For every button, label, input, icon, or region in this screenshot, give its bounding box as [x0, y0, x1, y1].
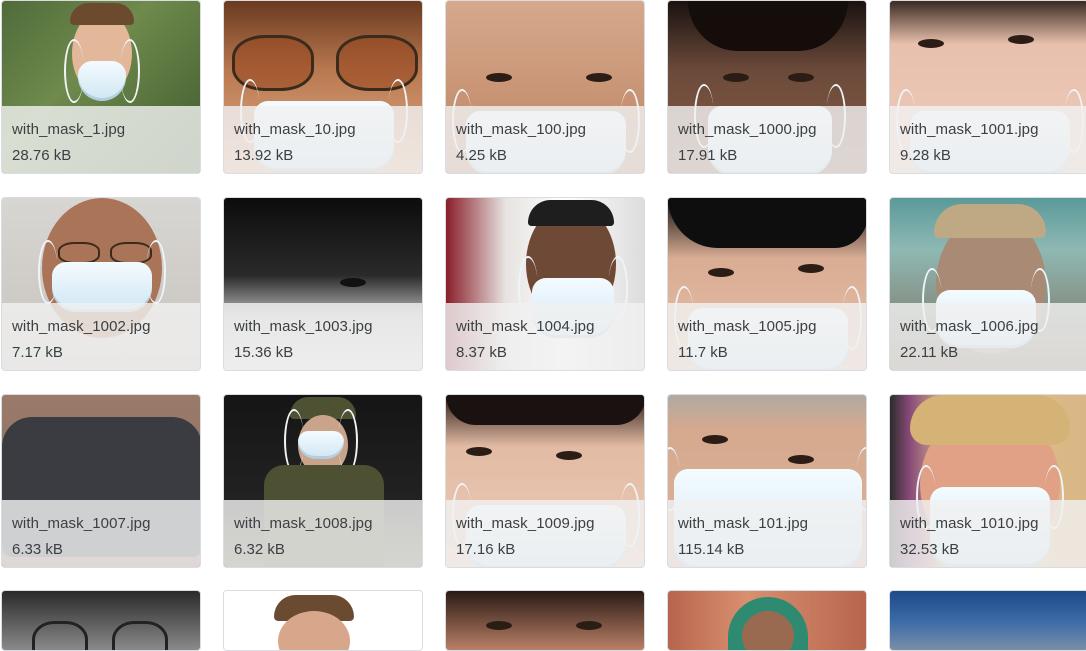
file-tile[interactable] — [889, 590, 1086, 651]
file-name: with_mask_101.jpg — [678, 515, 809, 532]
file-tile[interactable]: with_mask_1001.jpg 9.28 kB — [889, 0, 1086, 174]
file-thumbnail — [890, 591, 1086, 650]
file-size: 13.92 kB — [234, 147, 294, 164]
file-tile[interactable]: with_mask_1000.jpg 17.91 kB — [667, 0, 867, 174]
file-tile[interactable]: with_mask_1010.jpg 32.53 kB — [889, 394, 1086, 568]
file-tile[interactable]: with_mask_10.jpg 13.92 kB — [223, 0, 423, 174]
file-size: 28.76 kB — [12, 147, 72, 164]
file-size: 32.53 kB — [900, 541, 960, 558]
file-size: 4.25 kB — [456, 147, 507, 164]
file-tile[interactable]: with_mask_100.jpg 4.25 kB — [445, 0, 645, 174]
file-info: with_mask_1000.jpg 17.91 kB — [668, 106, 866, 173]
file-size: 7.17 kB — [12, 344, 63, 361]
file-info: with_mask_1004.jpg 8.37 kB — [446, 303, 644, 370]
file-grid: with_mask_1.jpg 28.76 kB with_mask_10.jp… — [0, 0, 1086, 651]
file-info: with_mask_1005.jpg 11.7 kB — [668, 303, 866, 370]
file-tile[interactable] — [667, 590, 867, 651]
file-info: with_mask_1010.jpg 32.53 kB — [890, 500, 1086, 567]
file-name: with_mask_1008.jpg — [234, 515, 373, 532]
file-tile[interactable]: with_mask_1008.jpg 6.32 kB — [223, 394, 423, 568]
file-info: with_mask_1.jpg 28.76 kB — [2, 106, 200, 173]
file-size: 6.33 kB — [12, 541, 63, 558]
file-tile[interactable]: with_mask_1006.jpg 22.11 kB — [889, 197, 1086, 371]
file-info: with_mask_1009.jpg 17.16 kB — [446, 500, 644, 567]
file-name: with_mask_1004.jpg — [456, 318, 595, 335]
file-tile[interactable]: with_mask_1005.jpg 11.7 kB — [667, 197, 867, 371]
file-name: with_mask_1009.jpg — [456, 515, 595, 532]
file-info: with_mask_1006.jpg 22.11 kB — [890, 303, 1086, 370]
file-info: with_mask_1003.jpg 15.36 kB — [224, 303, 422, 370]
file-name: with_mask_1000.jpg — [678, 121, 817, 138]
file-name: with_mask_100.jpg — [456, 121, 587, 138]
file-name: with_mask_1010.jpg — [900, 515, 1039, 532]
file-tile[interactable]: with_mask_1007.jpg 6.33 kB — [1, 394, 201, 568]
file-info: with_mask_1002.jpg 7.17 kB — [2, 303, 200, 370]
file-size: 115.14 kB — [678, 541, 745, 558]
file-info: with_mask_101.jpg 115.14 kB — [668, 500, 866, 567]
file-size: 17.91 kB — [678, 147, 738, 164]
file-info: with_mask_1007.jpg 6.33 kB — [2, 500, 200, 567]
file-tile[interactable]: with_mask_1002.jpg 7.17 kB — [1, 197, 201, 371]
file-thumbnail — [224, 591, 422, 650]
file-thumbnail — [446, 591, 644, 650]
file-name: with_mask_10.jpg — [234, 121, 356, 138]
file-tile[interactable]: with_mask_1004.jpg 8.37 kB — [445, 197, 645, 371]
file-info: with_mask_100.jpg 4.25 kB — [446, 106, 644, 173]
file-name: with_mask_1005.jpg — [678, 318, 817, 335]
file-thumbnail — [668, 591, 866, 650]
file-name: with_mask_1002.jpg — [12, 318, 151, 335]
file-size: 17.16 kB — [456, 541, 516, 558]
file-size: 8.37 kB — [456, 344, 507, 361]
file-name: with_mask_1003.jpg — [234, 318, 373, 335]
file-info: with_mask_1008.jpg 6.32 kB — [224, 500, 422, 567]
file-size: 9.28 kB — [900, 147, 951, 164]
file-tile[interactable]: with_mask_101.jpg 115.14 kB — [667, 394, 867, 568]
file-thumbnail — [2, 591, 200, 650]
file-tile[interactable]: with_mask_1.jpg 28.76 kB — [1, 0, 201, 174]
file-name: with_mask_1001.jpg — [900, 121, 1039, 138]
file-name: with_mask_1006.jpg — [900, 318, 1039, 335]
file-tile[interactable]: with_mask_1009.jpg 17.16 kB — [445, 394, 645, 568]
file-tile[interactable] — [445, 590, 645, 651]
file-name: with_mask_1007.jpg — [12, 515, 151, 532]
file-size: 15.36 kB — [234, 344, 294, 361]
file-tile[interactable]: with_mask_1003.jpg 15.36 kB — [223, 197, 423, 371]
file-name: with_mask_1.jpg — [12, 121, 126, 138]
file-size: 11.7 kB — [678, 344, 728, 361]
file-tile[interactable] — [1, 590, 201, 651]
file-info: with_mask_10.jpg 13.92 kB — [224, 106, 422, 173]
file-info: with_mask_1001.jpg 9.28 kB — [890, 106, 1086, 173]
file-size: 6.32 kB — [234, 541, 285, 558]
file-tile[interactable] — [223, 590, 423, 651]
file-size: 22.11 kB — [900, 344, 959, 361]
